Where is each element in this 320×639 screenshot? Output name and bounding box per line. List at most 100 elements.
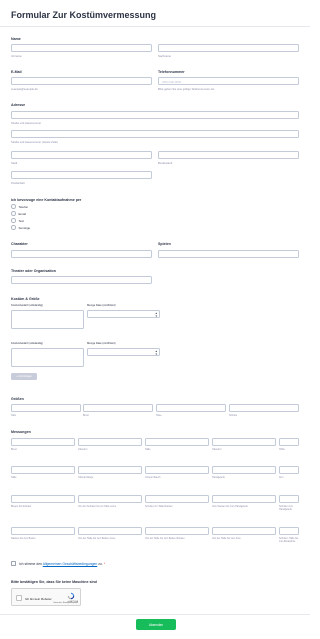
radio-circle[interactable] (11, 218, 16, 223)
size-pants-input[interactable] (156, 404, 226, 412)
measure-input[interactable] (212, 527, 276, 535)
select-arrows-icon: ▴ ▾ (155, 311, 157, 318)
measure-sublabel: Bizeps bis Schulter (11, 505, 32, 508)
email-sublabel: example@example.de (11, 88, 38, 91)
measure-sublabel: Arm (279, 476, 284, 479)
measure-sublabel: Unterer Bauch (145, 476, 161, 479)
state-input[interactable] (158, 151, 299, 159)
measure-input[interactable] (279, 438, 299, 446)
zip-input[interactable] (11, 171, 152, 179)
contact-option-other[interactable]: Sonstige (11, 225, 30, 230)
measure-input[interactable] (11, 438, 75, 446)
measure-input[interactable] (279, 495, 299, 503)
contact-option-phone[interactable]: Telefon (11, 204, 28, 209)
measure-input[interactable] (145, 438, 209, 446)
radio-label: Email (18, 211, 27, 216)
email-label: E-Mail (11, 70, 22, 74)
measure-sublabel: Vom Nacken bis zum Handgelenk (212, 505, 248, 508)
form-title: Formular Zur Kostümvermessung (11, 10, 157, 20)
costume-date-label: Menge Date (zertifiziert) (87, 304, 116, 307)
measure-sublabel: Schulter zum Handgelenk (279, 505, 293, 511)
email-input[interactable] (11, 77, 152, 85)
phone-input[interactable]: (000) 000-0000 (158, 77, 299, 85)
measure-sublabel: Schulter: Taille bis zum Bodenlinie (279, 537, 299, 543)
zip-sublabel: Postleitzahl (11, 182, 25, 185)
measure-input[interactable] (279, 527, 299, 535)
size-shoes-input[interactable] (229, 404, 299, 412)
measure-input[interactable] (78, 438, 142, 446)
captcha-label: Bitte bestätigen Sie, dass Sie keine Mas… (11, 580, 97, 584)
measure-input[interactable] (212, 466, 276, 474)
measure-input[interactable] (78, 466, 142, 474)
character-label: Charakter (11, 242, 28, 246)
city-sublabel: Stadt (11, 162, 18, 165)
recaptcha-logo-icon (67, 592, 75, 600)
submit-button[interactable]: Absenden (136, 619, 176, 630)
measure-sublabel: Oberarm (78, 448, 88, 451)
city-input[interactable] (11, 151, 152, 159)
contact-label: Ich bevorzuge eine Kontaktaufnahme per (11, 198, 82, 202)
street-input[interactable] (11, 111, 299, 119)
measure-sublabel: Taille (145, 448, 151, 451)
measure-input[interactable] (212, 438, 276, 446)
terms-link[interactable]: Allgemeinen Geschäftsbedingungen (43, 562, 97, 566)
last-name-input[interactable] (158, 44, 299, 52)
terms-suffix: zu. (98, 562, 103, 566)
first-name-input[interactable] (11, 44, 152, 52)
measure-sublabel: Taille (11, 476, 17, 479)
street2-input[interactable] (11, 130, 299, 138)
costume-date-select[interactable]: ▴ ▾ (87, 310, 160, 318)
size-neck-input[interactable] (11, 404, 81, 412)
measure-input[interactable] (78, 527, 142, 535)
street-sublabel: Straße und Hausnummer (11, 122, 42, 125)
measure-input[interactable] (11, 466, 75, 474)
captcha-terms[interactable]: Datenschutz - Nutzungsbedingungen (53, 603, 78, 604)
measure-input[interactable] (145, 466, 209, 474)
measure-input[interactable] (11, 495, 75, 503)
address-label: Adresse (11, 103, 26, 107)
captcha-checkbox[interactable] (16, 595, 22, 601)
measure-input[interactable] (145, 527, 209, 535)
contact-option-email[interactable]: Email (11, 211, 26, 216)
sizes-label: Größen (11, 397, 24, 401)
radio-circle[interactable] (11, 204, 16, 209)
radio-circle[interactable] (11, 225, 16, 230)
measure-sublabel: Nacken bis zum Boden (11, 537, 36, 540)
terms-checkbox[interactable] (11, 561, 16, 566)
name-label: Name (11, 37, 21, 41)
terms-text: Ich stimme den Allgemeinen Geschäftsbedi… (19, 562, 105, 566)
add-costume-button[interactable]: + Hinzufügen (11, 373, 37, 380)
size-chest-input[interactable] (83, 404, 153, 412)
street2-sublabel: Straße und Hausnummer (zweite Zeile) (11, 141, 58, 144)
radio-circle[interactable] (11, 211, 16, 216)
measure-sublabel: Von der Taille bis zum Boden Rücken (145, 537, 185, 540)
measure-sublabel: Von der Taille bis zum Boden vorne (78, 537, 116, 540)
character-input[interactable] (11, 250, 152, 258)
measure-input[interactable] (212, 495, 276, 503)
measure-sublabel: Brust (11, 448, 17, 451)
measure-sublabel: Hüfte (279, 448, 285, 451)
theater-input[interactable] (11, 276, 152, 284)
contact-option-text[interactable]: Text (11, 218, 24, 223)
first-name-sublabel: Vorname (11, 55, 22, 58)
measure-input[interactable] (11, 527, 75, 535)
measure-input[interactable] (145, 495, 209, 503)
size-shoes-sublabel: Schuhe (229, 414, 238, 417)
measure-sublabel: Schulter zur Taille Rücken (145, 505, 173, 508)
radio-label: Telefon (18, 204, 29, 209)
radio-label: Text (18, 218, 25, 223)
state-sublabel: Bundesland (158, 162, 173, 165)
captcha-text: Ich bin kein Roboter (25, 596, 52, 601)
phone-label: Telefonnummer (158, 70, 185, 74)
costume-desc-label: Kostümbedarf (vollständig) (11, 304, 43, 307)
measure-input[interactable] (279, 466, 299, 474)
play-input[interactable] (158, 250, 299, 258)
costume-date-select-2[interactable]: ▴ ▾ (87, 348, 160, 356)
play-label: Spielen (158, 242, 171, 246)
radio-label: Sonstige (18, 225, 31, 230)
measure-sublabel: Oberarm (212, 448, 222, 451)
costume-desc-textarea[interactable] (11, 310, 84, 329)
costume-desc-textarea-2[interactable] (11, 348, 84, 367)
measurements-label: Messungen (11, 430, 31, 434)
measure-input[interactable] (78, 495, 142, 503)
